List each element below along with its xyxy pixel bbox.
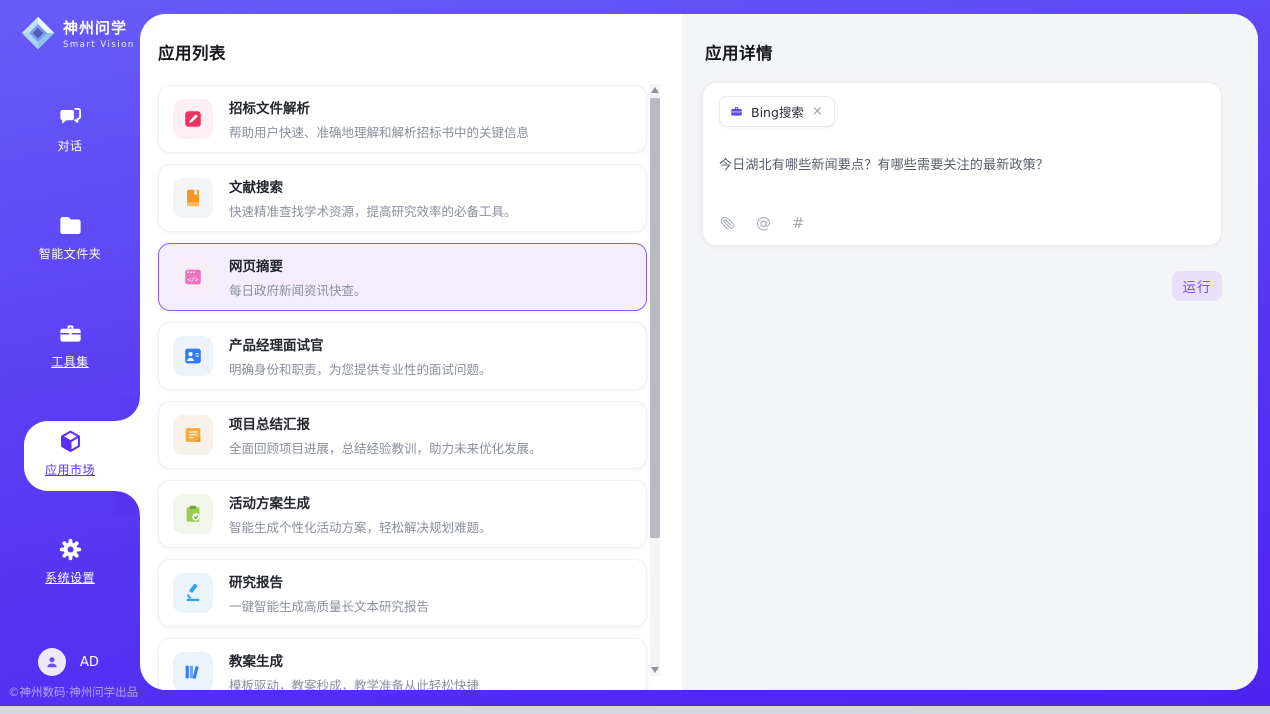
app-card-description: 全面回顾项目进展，总结经验教训，助力未来优化发展。	[229, 438, 542, 457]
toolbox-icon	[57, 320, 84, 347]
prompt-card[interactable]: Bing搜索 × 今日湖北有哪些新闻要点？有哪些需要关注的最新政策？ @ #	[702, 82, 1222, 246]
app-card-title: 文献搜索	[229, 176, 517, 196]
user-row[interactable]: AD	[38, 648, 99, 676]
hash-icon[interactable]: #	[792, 214, 805, 232]
app-card[interactable]: 产品经理面试官 明确身份和职责，为您提供专业性的面试问题。	[158, 322, 647, 390]
scrollbar[interactable]	[650, 84, 660, 676]
app-card-description: 快速精准查找学术资源，提高研究效率的必备工具。	[229, 201, 517, 220]
app-card-title: 研究报告	[229, 571, 429, 591]
mention-icon[interactable]: @	[756, 214, 771, 232]
sidebar-item[interactable]: 对话	[0, 104, 140, 164]
webpage-icon: </>	[173, 257, 213, 297]
sidebar-item[interactable]: 应用市场	[0, 428, 140, 488]
briefcase-icon	[729, 104, 744, 119]
brand-subtitle: Smart Vision	[63, 40, 135, 50]
app-card-title: 招标文件解析	[229, 97, 529, 117]
tool-chip[interactable]: Bing搜索 ×	[719, 96, 835, 127]
book-icon	[173, 178, 213, 218]
app-card-description: 帮助用户快速、准确地理解和解析招标书中的关键信息	[229, 122, 529, 141]
app-card-description: 每日政府新闻资讯快查。	[229, 280, 367, 299]
app-card-description: 模板驱动，教案秒成，教学准备从此轻松快捷	[229, 675, 479, 690]
app-card[interactable]: 文献搜索 快速精准查找学术资源，提高研究效率的必备工具。	[158, 164, 647, 232]
app-card-title: 活动方案生成	[229, 492, 492, 512]
app-card-title: 项目总结汇报	[229, 413, 542, 433]
folder-icon	[57, 212, 84, 239]
app-card[interactable]: 项目总结汇报 全面回顾项目进展，总结经验教训，助力未来优化发展。	[158, 401, 647, 469]
app-list-title: 应用列表	[158, 40, 226, 64]
app-card[interactable]: 活动方案生成 智能生成个性化活动方案，轻松解决规划难题。	[158, 480, 647, 548]
gear-icon	[57, 536, 84, 563]
scrollbar-up-arrow[interactable]	[651, 87, 659, 93]
app-card[interactable]: 招标文件解析 帮助用户快速、准确地理解和解析招标书中的关键信息	[158, 85, 647, 153]
scrollbar-thumb[interactable]	[650, 98, 660, 538]
sidebar-item[interactable]: 智能文件夹	[0, 212, 140, 272]
app-card-title: 网页摘要	[229, 255, 367, 275]
interviewer-icon	[173, 336, 213, 376]
chat-icon	[57, 104, 84, 131]
run-button[interactable]: 运行	[1172, 271, 1222, 301]
cube-icon	[57, 428, 84, 455]
scrollbar-down-arrow[interactable]	[651, 667, 659, 673]
app-card[interactable]: </> 网页摘要 每日政府新闻资讯快查。	[158, 243, 647, 311]
svg-text:</>: </>	[187, 275, 199, 283]
doc-edit-icon	[173, 99, 213, 139]
main-content: 应用列表 招标文件解析 帮助用户快速、准确地理解和解析招标书中的关键信息 文献搜…	[140, 14, 1258, 690]
bubble-corner-bottom	[116, 491, 140, 515]
app-card[interactable]: 研究报告 一键智能生成高质量长文本研究报告	[158, 559, 647, 627]
bubble-corner-top	[116, 397, 140, 421]
diamond-logo-icon	[20, 15, 56, 51]
clipboard-icon	[173, 494, 213, 534]
sidebar-nav: 对话 智能文件夹 工具集 应用市场 系统设置	[0, 104, 140, 644]
app-card[interactable]: 教案生成 模板驱动，教案秒成，教学准备从此轻松快捷	[158, 638, 647, 690]
app-card-list: 招标文件解析 帮助用户快速、准确地理解和解析招标书中的关键信息 文献搜索 快速精…	[158, 85, 647, 690]
prompt-toolbar: @ #	[720, 214, 805, 232]
app-list-panel: 应用列表 招标文件解析 帮助用户快速、准确地理解和解析招标书中的关键信息 文献搜…	[140, 14, 682, 690]
copyright-text: ©神州数码·神州问学出品	[8, 684, 138, 700]
prompt-text[interactable]: 今日湖北有哪些新闻要点？有哪些需要关注的最新政策？	[719, 154, 1205, 173]
research-icon	[173, 573, 213, 613]
app-card-description: 一键智能生成高质量长文本研究报告	[229, 596, 429, 615]
app-detail-title: 应用详情	[705, 40, 773, 64]
app-frame: 神州问学 Smart Vision 对话 智能文件夹 工具集 应用市场	[0, 0, 1270, 706]
books-icon	[173, 652, 213, 690]
person-icon	[43, 653, 61, 671]
avatar[interactable]	[38, 648, 66, 676]
sidebar-item[interactable]: 系统设置	[0, 536, 140, 596]
tool-chip-label: Bing搜索	[751, 102, 804, 121]
note-icon	[173, 415, 213, 455]
brand-logo: 神州问学 Smart Vision	[20, 15, 135, 51]
brand-name: 神州问学	[63, 17, 135, 38]
app-detail-panel: 应用详情 Bing搜索 × 今日湖北有哪些新闻要点？有哪些需要关注的最新政策？ …	[682, 14, 1258, 690]
user-label: AD	[80, 655, 99, 670]
sidebar-item[interactable]: 工具集	[0, 320, 140, 380]
app-card-title: 教案生成	[229, 650, 479, 670]
attachment-icon[interactable]	[720, 216, 735, 231]
close-icon[interactable]: ×	[811, 105, 824, 118]
app-card-title: 产品经理面试官	[229, 334, 492, 354]
sidebar: 神州问学 Smart Vision 对话 智能文件夹 工具集 应用市场	[0, 0, 140, 706]
app-card-description: 智能生成个性化活动方案，轻松解决规划难题。	[229, 517, 492, 536]
app-card-description: 明确身份和职责，为您提供专业性的面试问题。	[229, 359, 492, 378]
